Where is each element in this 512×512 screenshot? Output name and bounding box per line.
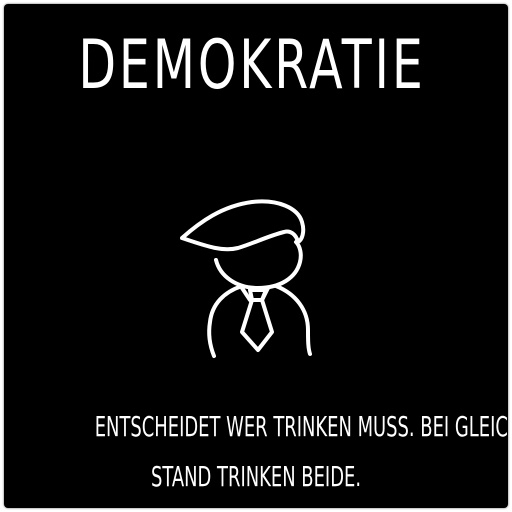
- politician-with-tie-icon: [180, 199, 312, 358]
- card-description-line-2: STAND TRINKEN BEIDE.: [150, 460, 362, 493]
- card-description-line-1: ENTSCHEIDET WER TRINKEN MUSS. BEI GLEICH…: [94, 410, 508, 443]
- game-card: DEMOKRATIE ENTSCHEIDET WER TRINKEN MUSS.…: [4, 4, 508, 508]
- card-title: DEMOKRATIE: [78, 26, 426, 105]
- card-description: ENTSCHEIDET WER TRINKEN MUSS. BEI GLEICH…: [4, 402, 508, 502]
